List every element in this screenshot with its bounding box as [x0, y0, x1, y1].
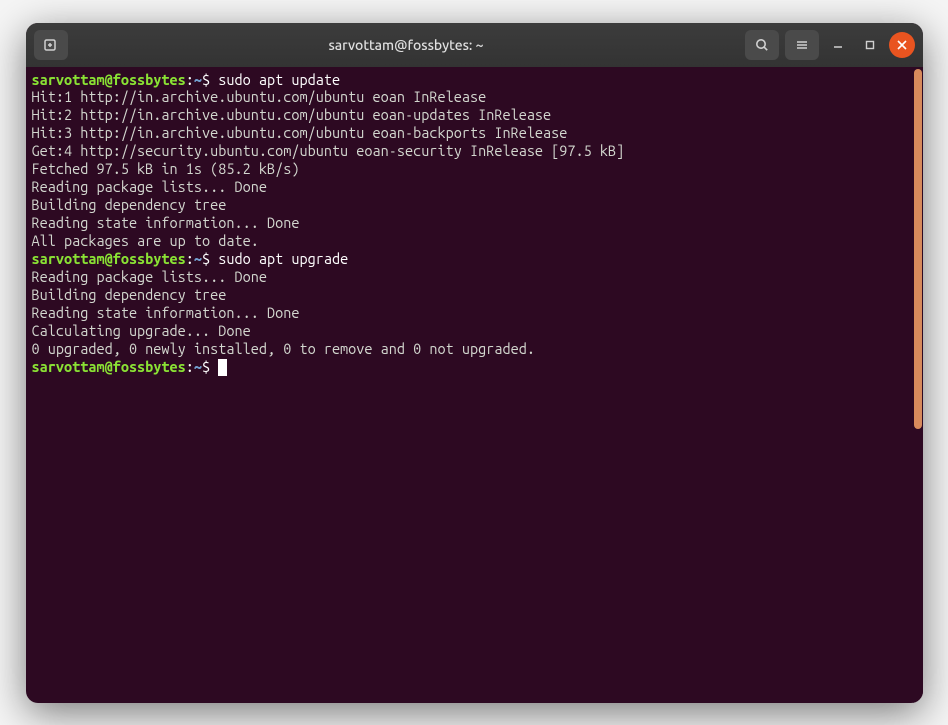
- search-button[interactable]: [745, 30, 779, 60]
- cursor: [218, 359, 227, 376]
- prompt-dollar: $: [202, 358, 218, 375]
- output-line: Hit:1 http://in.archive.ubuntu.com/ubunt…: [32, 88, 907, 106]
- terminal-area: sarvottam@fossbytes:~$ sudo apt updateHi…: [26, 67, 923, 703]
- prompt-userhost: sarvottam@fossbytes: [32, 250, 186, 267]
- prompt-dollar: $: [202, 71, 218, 88]
- output-line: Hit:2 http://in.archive.ubuntu.com/ubunt…: [32, 106, 907, 124]
- prompt-userhost: sarvottam@fossbytes: [32, 358, 186, 375]
- terminal-output[interactable]: sarvottam@fossbytes:~$ sudo apt updateHi…: [26, 67, 913, 703]
- output-line: All packages are up to date.: [32, 232, 907, 250]
- prompt-dollar: $: [202, 250, 218, 267]
- output-line: Building dependency tree: [32, 196, 907, 214]
- new-tab-button[interactable]: [34, 30, 68, 60]
- output-line: Reading package lists... Done: [32, 268, 907, 286]
- command-text: sudo apt upgrade: [218, 250, 348, 267]
- terminal-window: sarvottam@fossbytes: ~: [26, 23, 923, 703]
- output-line: Reading package lists... Done: [32, 178, 907, 196]
- output-line: Reading state information... Done: [32, 304, 907, 322]
- output-line: Get:4 http://security.ubuntu.com/ubuntu …: [32, 142, 907, 160]
- prompt-colon: :: [186, 358, 194, 375]
- prompt-line: sarvottam@fossbytes:~$ sudo apt update: [32, 71, 907, 89]
- output-line: Fetched 97.5 kB in 1s (85.2 kB/s): [32, 160, 907, 178]
- prompt-colon: :: [186, 71, 194, 88]
- command-text: sudo apt update: [218, 71, 340, 88]
- prompt-line: sarvottam@fossbytes:~$: [32, 358, 907, 376]
- output-line: Reading state information... Done: [32, 214, 907, 232]
- menu-button[interactable]: [785, 30, 819, 60]
- titlebar-left: [34, 30, 68, 60]
- prompt-path: ~: [194, 250, 202, 267]
- scrollbar-thumb[interactable]: [914, 69, 922, 429]
- prompt-colon: :: [186, 250, 194, 267]
- window-title: sarvottam@fossbytes: ~: [76, 37, 737, 53]
- titlebar-right: [745, 30, 915, 60]
- output-line: Calculating upgrade... Done: [32, 322, 907, 340]
- output-line: Hit:3 http://in.archive.ubuntu.com/ubunt…: [32, 124, 907, 142]
- minimize-button[interactable]: [825, 32, 851, 58]
- prompt-path: ~: [194, 358, 202, 375]
- maximize-button[interactable]: [857, 32, 883, 58]
- close-button[interactable]: [889, 32, 915, 58]
- output-line: 0 upgraded, 0 newly installed, 0 to remo…: [32, 340, 907, 358]
- prompt-line: sarvottam@fossbytes:~$ sudo apt upgrade: [32, 250, 907, 268]
- prompt-userhost: sarvottam@fossbytes: [32, 71, 186, 88]
- scrollbar[interactable]: [913, 67, 923, 703]
- output-line: Building dependency tree: [32, 286, 907, 304]
- prompt-path: ~: [194, 71, 202, 88]
- titlebar: sarvottam@fossbytes: ~: [26, 23, 923, 67]
